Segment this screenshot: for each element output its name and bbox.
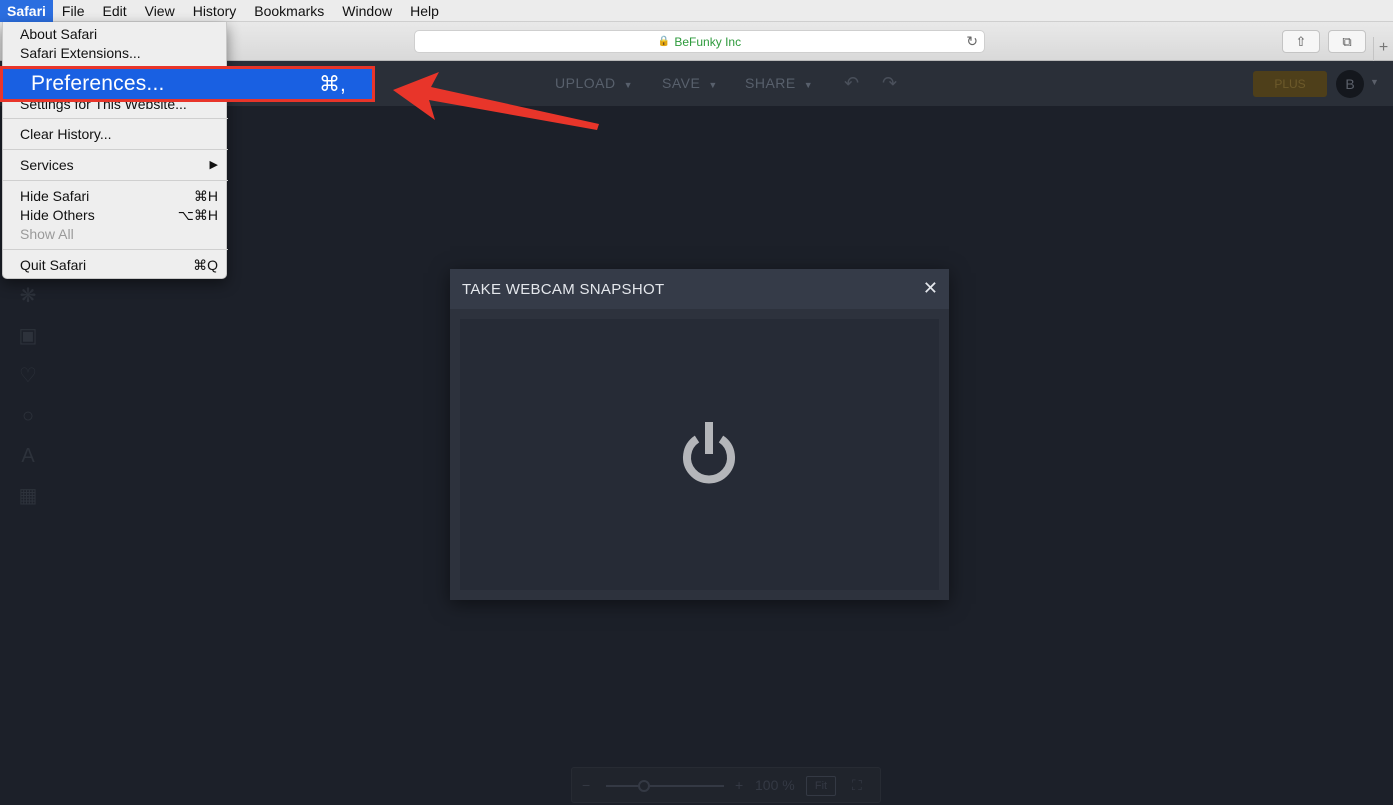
menu-item-safari-extensions[interactable]: Safari Extensions... <box>3 44 228 63</box>
zoom-bar: − + 100 % Fit ⛶ <box>571 767 881 803</box>
menu-item-label: Hide Others <box>20 207 95 223</box>
text-tool-icon[interactable]: A <box>16 444 40 468</box>
new-tab-button[interactable]: + <box>1373 37 1393 61</box>
menu-item-about-safari[interactable]: About Safari <box>3 25 228 44</box>
menu-item-label: Clear History... <box>20 126 112 142</box>
redo-icon[interactable]: ↷ <box>882 73 897 94</box>
menu-safari[interactable]: Safari <box>0 0 53 22</box>
plus-button[interactable]: PLUS <box>1253 71 1327 97</box>
share-button[interactable]: ⇧ <box>1282 30 1320 53</box>
menu-help[interactable]: Help <box>401 0 448 22</box>
modal-title: TAKE WEBCAM SNAPSHOT <box>462 281 665 298</box>
menu-item-preferences[interactable]: Preferences... ⌘, <box>0 66 375 102</box>
shape-tool-icon[interactable]: ○ <box>16 404 40 428</box>
avatar[interactable]: B <box>1336 70 1364 98</box>
share-menu[interactable]: SHARE ▼ <box>745 75 813 91</box>
chevron-down-icon: ▼ <box>623 80 633 90</box>
zoom-in-button[interactable]: + <box>735 777 743 793</box>
menu-separator <box>3 118 228 119</box>
menu-item-shortcut: ⌘Q <box>193 257 218 273</box>
menu-item-label: Safari Extensions... <box>20 45 141 61</box>
chevron-down-icon: ▼ <box>803 80 814 90</box>
lock-icon: 🔒 <box>657 36 671 47</box>
zoom-out-button[interactable]: − <box>582 777 590 793</box>
menu-history[interactable]: History <box>184 0 246 22</box>
menu-view[interactable]: View <box>136 0 184 22</box>
menu-edit[interactable]: Edit <box>93 0 135 22</box>
address-bar[interactable]: 🔒 BeFunky Inc ↻ <box>414 30 985 53</box>
preferences-shortcut: ⌘, <box>319 73 346 96</box>
annotation-arrow-icon <box>393 72 599 130</box>
menu-item-shortcut: ⌥⌘H <box>177 207 218 223</box>
zoom-slider[interactable] <box>606 785 724 787</box>
reload-icon[interactable]: ↻ <box>966 33 978 50</box>
heart-icon[interactable]: ♡ <box>16 364 40 388</box>
menu-item-label: Quit Safari <box>20 257 87 273</box>
menu-separator <box>3 249 228 250</box>
webcam-viewport <box>460 319 939 590</box>
menu-item-hide-others[interactable]: Hide Others ⌥⌘H <box>3 206 228 225</box>
texture-tool-icon[interactable]: ▦ <box>16 484 40 508</box>
menu-item-label: Show All <box>20 226 74 242</box>
tabs-button[interactable]: ⧉ <box>1328 30 1366 53</box>
webcam-modal: TAKE WEBCAM SNAPSHOT ✕ <box>450 269 949 600</box>
menu-item-label: Services <box>20 157 74 173</box>
menu-item-clear-history[interactable]: Clear History... <box>3 125 228 144</box>
chevron-down-icon[interactable]: ▼ <box>1370 77 1379 87</box>
menu-item-services[interactable]: Services ▶ <box>3 156 228 175</box>
safari-menu-dropdown: About Safari Safari Extensions... Settin… <box>2 22 228 279</box>
close-icon[interactable]: ✕ <box>923 278 938 299</box>
menu-separator <box>3 149 228 150</box>
share-label: SHARE <box>745 75 796 91</box>
frame-tool-icon[interactable]: ▣ <box>16 324 40 348</box>
modal-header: TAKE WEBCAM SNAPSHOT ✕ <box>450 269 949 309</box>
zoom-level: 100 % <box>755 777 795 793</box>
preferences-label: Preferences... <box>31 72 165 95</box>
address-text: BeFunky Inc <box>674 34 742 49</box>
chevron-down-icon: ▼ <box>708 80 718 90</box>
fullscreen-icon[interactable]: ⛶ <box>852 777 862 794</box>
menu-item-show-all: Show All <box>3 225 228 244</box>
edit-tool-icon[interactable]: ❋ <box>16 284 40 308</box>
menu-window[interactable]: Window <box>333 0 401 22</box>
undo-icon[interactable]: ↶ <box>844 73 859 94</box>
menu-item-label: Hide Safari <box>20 188 90 204</box>
menu-file[interactable]: File <box>53 0 94 22</box>
zoom-slider-handle[interactable] <box>638 780 650 792</box>
menu-bookmarks[interactable]: Bookmarks <box>245 0 333 22</box>
fit-button[interactable]: Fit <box>806 776 836 796</box>
plus-label: PLUS <box>1274 77 1306 91</box>
menu-item-hide-safari[interactable]: Hide Safari ⌘H <box>3 187 228 206</box>
plus-icon: + <box>1378 39 1389 56</box>
save-menu[interactable]: SAVE ▼ <box>662 75 718 91</box>
power-icon[interactable] <box>681 422 737 484</box>
menu-item-shortcut: ⌘H <box>193 188 218 204</box>
submenu-arrow-icon: ▶ <box>209 159 218 171</box>
tabs-icon: ⧉ <box>1342 34 1352 49</box>
menubar: Safari File Edit View History Bookmarks … <box>0 0 1393 22</box>
menu-separator <box>3 180 228 181</box>
menu-item-label: About Safari <box>20 26 98 42</box>
save-label: SAVE <box>662 75 701 91</box>
share-icon: ⇧ <box>1295 34 1307 49</box>
menu-item-quit-safari[interactable]: Quit Safari ⌘Q <box>3 256 228 275</box>
